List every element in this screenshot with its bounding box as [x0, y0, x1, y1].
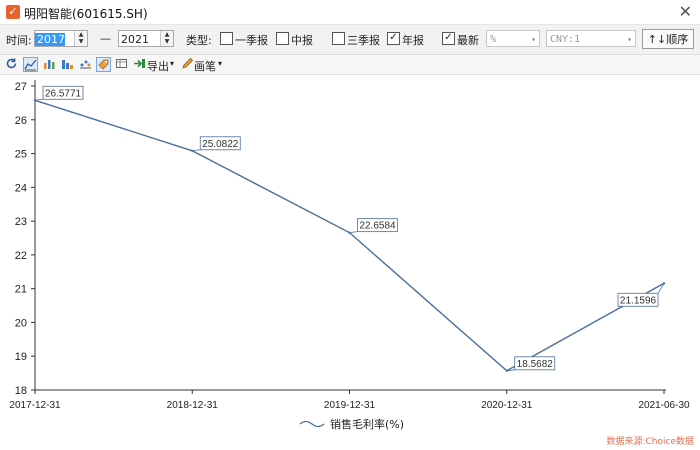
unit-select-value: %: [490, 34, 497, 45]
scatter-icon[interactable]: [78, 57, 93, 72]
data-label: 21.1596: [620, 295, 657, 306]
chart-toolbar: 导出 ▾ 画笔 ▾: [0, 55, 700, 75]
start-year-value: 2017: [35, 33, 65, 46]
end-year-stepper[interactable]: 2021 ▲ ▼: [118, 30, 174, 47]
data-label: 25.0822: [202, 139, 239, 150]
sort-order-button[interactable]: ↑↓顺序: [642, 29, 694, 49]
line-chart-icon[interactable]: [23, 57, 38, 72]
checkbox-q3[interactable]: [332, 32, 345, 45]
checkbox-latest-label: 最新: [457, 34, 479, 47]
stepper-arrows-icon[interactable]: ▲ ▼: [74, 31, 87, 46]
x-tick-label: 2017-12-31: [9, 400, 61, 411]
stepper-arrows-icon[interactable]: ▲ ▼: [160, 31, 173, 46]
data-label-leader: [349, 231, 358, 234]
data-label: 18.5682: [517, 359, 554, 370]
checkbox-q1-label: 一季报: [235, 34, 268, 47]
currency-select[interactable]: CNY:1 ▾: [546, 30, 636, 47]
checkbox-q1[interactable]: [220, 32, 233, 45]
export-menu[interactable]: 导出: [147, 58, 169, 74]
currency-select-value: CNY:1: [550, 34, 581, 45]
y-tick-label: 21: [15, 284, 27, 296]
checkbox-half-year[interactable]: [276, 32, 289, 45]
data-label-leader: [34, 98, 44, 101]
legend-swatch: [299, 420, 325, 428]
y-tick-label: 18: [15, 385, 27, 397]
close-button[interactable]: ✕: [679, 2, 692, 21]
y-tick-label: 22: [15, 250, 27, 262]
y-tick-label: 23: [15, 216, 27, 228]
data-source-note: 数据来源:Choice数据: [606, 437, 694, 447]
time-label: 时间:: [6, 34, 32, 47]
y-tick-label: 20: [15, 317, 27, 329]
y-tick-label: 25: [15, 149, 27, 161]
x-tick-label: 2021-06-30: [638, 400, 690, 411]
x-tick-label: 2020-12-31: [481, 400, 533, 411]
y-tick-label: 27: [15, 81, 27, 93]
type-label: 类型:: [186, 34, 212, 47]
chevron-down-icon: ▾: [627, 35, 632, 44]
draw-menu[interactable]: 画笔: [194, 58, 216, 74]
data-label-leader: [192, 149, 201, 152]
start-year-stepper[interactable]: 2017 ▲ ▼: [34, 30, 88, 47]
y-tick-label: 19: [15, 351, 27, 363]
draw-dropdown-icon[interactable]: ▾: [218, 59, 222, 68]
x-tick-label: 2018-12-31: [167, 400, 219, 411]
legend-label: 销售毛利率(%): [330, 417, 404, 431]
export-dropdown-icon[interactable]: ▾: [170, 59, 174, 68]
app-check-icon: ✓: [6, 5, 20, 19]
data-label: 22.6584: [359, 221, 396, 232]
x-tick-label: 2019-12-31: [324, 400, 376, 411]
end-year-value: 2021: [121, 33, 149, 46]
checkbox-q3-label: 三季报: [347, 34, 380, 47]
unit-select[interactable]: % ▾: [486, 30, 540, 47]
y-tick-label: 24: [15, 182, 27, 194]
line-chart: 18 19 20 21 22 23 24 25 26 27 2017-12-31 2018-12-31…: [9, 80, 690, 431]
window-title: 明阳智能(601615.SH): [24, 7, 148, 21]
checkbox-annual[interactable]: ✓: [387, 32, 400, 45]
series-line: [34, 99, 665, 372]
title-bar: ✓ 明阳智能(601615.SH) ✕: [0, 0, 700, 25]
pen-icon[interactable]: [180, 57, 195, 72]
export-icon[interactable]: [132, 57, 147, 72]
tag-icon[interactable]: [96, 57, 111, 72]
y-tick-label: 26: [15, 115, 27, 127]
table-icon[interactable]: [114, 57, 129, 72]
checkbox-annual-label: 年报: [402, 34, 424, 47]
chevron-down-icon: ▾: [531, 35, 536, 44]
checkbox-half-year-label: 中报: [291, 34, 313, 47]
stacked-bar-icon[interactable]: [60, 57, 75, 72]
data-label: 26.5771: [45, 88, 82, 99]
filter-toolbar: 时间: 2017 ▲ ▼ — 2021 ▲ ▼ 类型: 一季报 中报 三季报 ✓ 年…: [0, 25, 700, 55]
range-dash: —: [100, 32, 111, 45]
bar-chart-icon[interactable]: [42, 57, 57, 72]
refresh-icon[interactable]: [4, 57, 19, 72]
checkbox-latest[interactable]: ✓: [442, 32, 455, 45]
